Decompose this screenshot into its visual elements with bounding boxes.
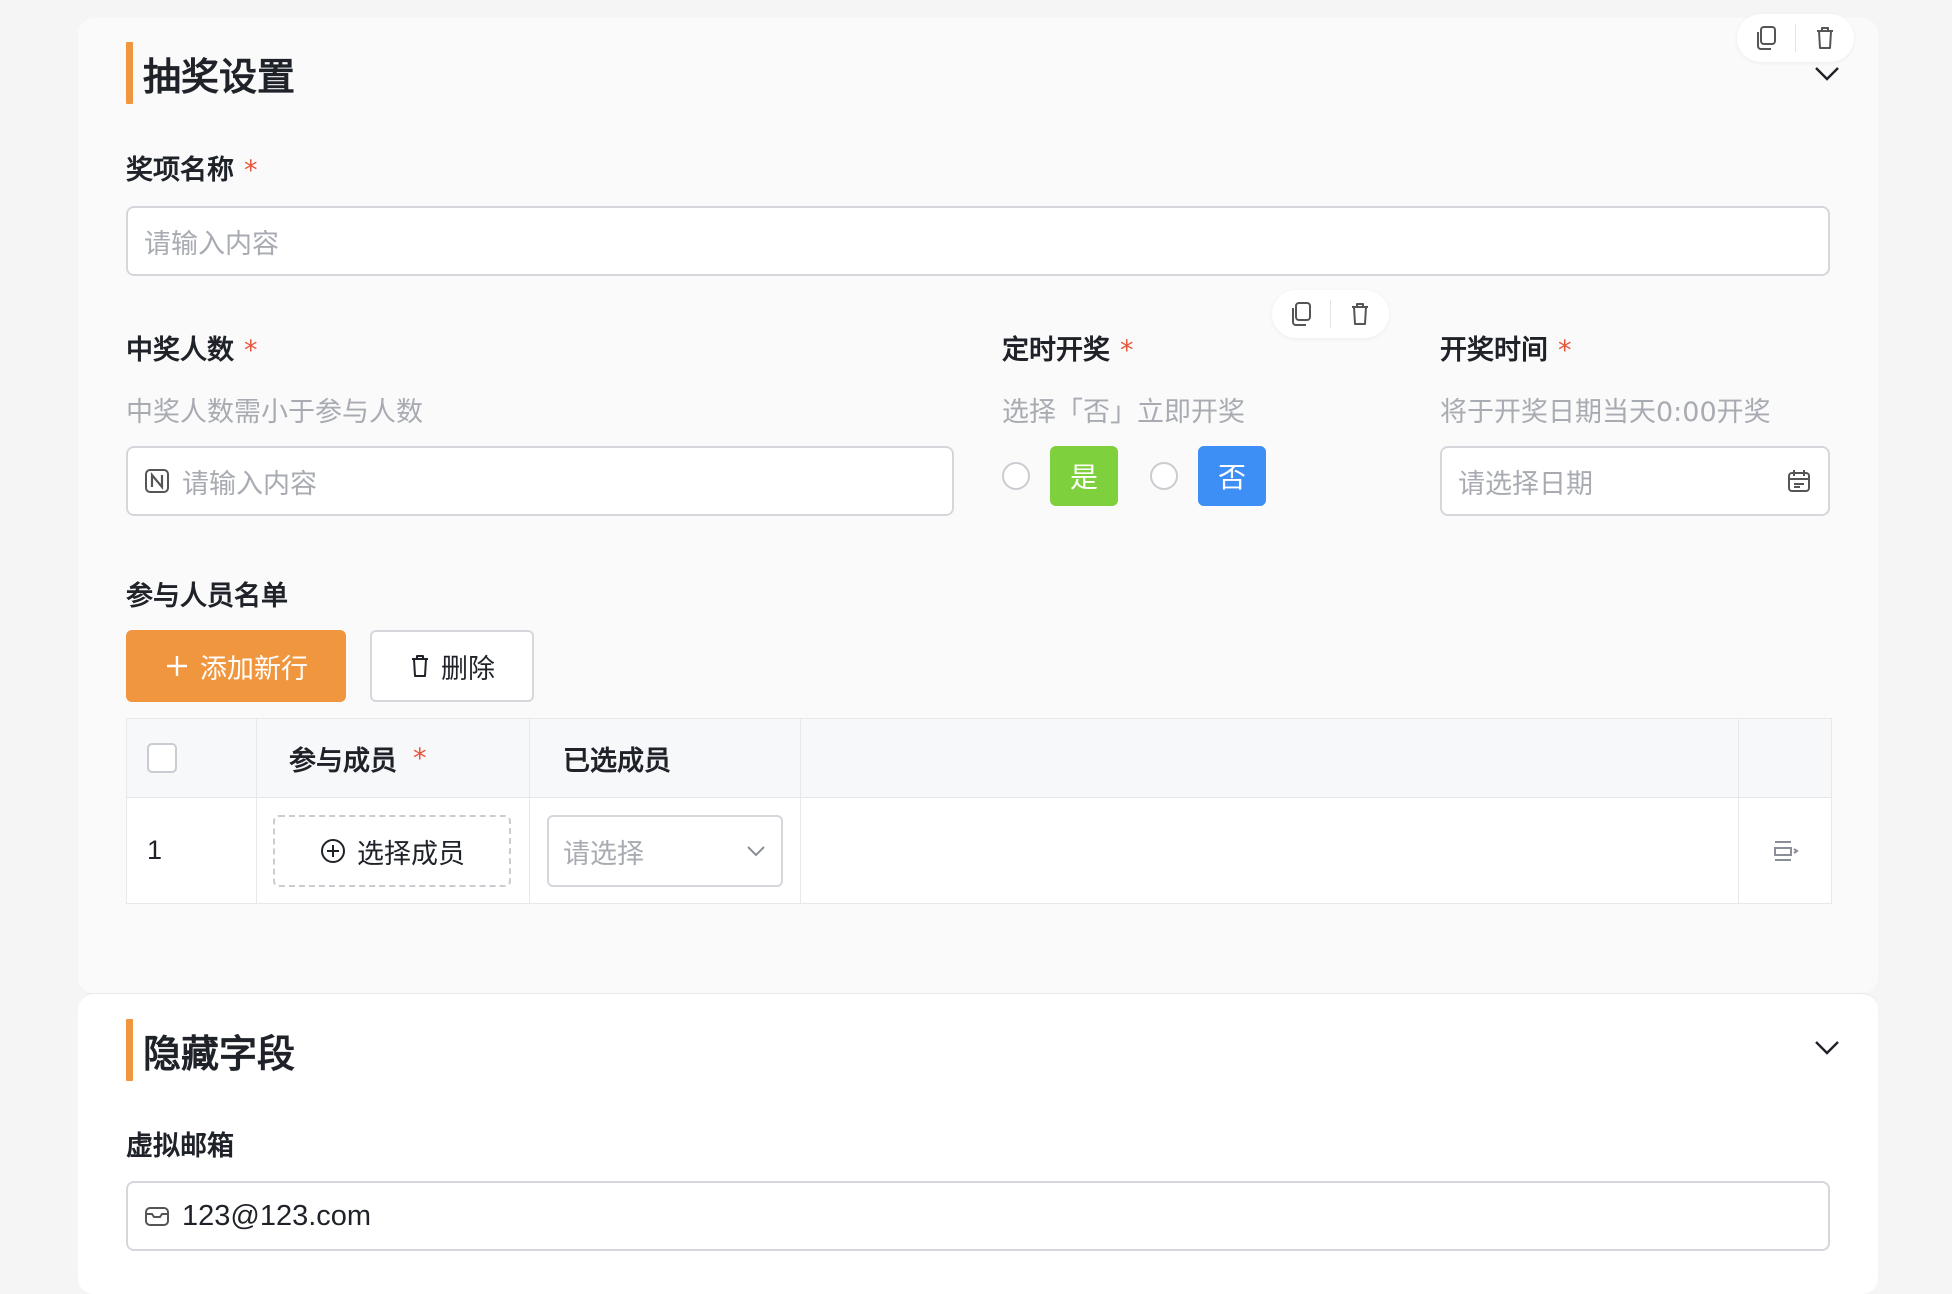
participants-label: 参与人员名单 <box>126 581 288 612</box>
scheduled-label: 定时开奖 * <box>1002 335 1134 366</box>
copy-icon[interactable] <box>1286 299 1316 329</box>
section-title-hidden: 隐藏字段 <box>126 1019 295 1081</box>
prize-name-label: 奖项名称 * <box>126 155 258 186</box>
row-action-icon[interactable] <box>1772 837 1800 865</box>
option-yes-tag[interactable]: 是 <box>1050 446 1118 506</box>
winners-number-input[interactable]: 请输入内容 <box>126 446 954 516</box>
calendar-icon <box>1788 470 1810 492</box>
delete-button[interactable]: 删除 <box>370 630 534 702</box>
trash-icon[interactable] <box>1345 299 1375 329</box>
radio-no[interactable] <box>1150 462 1178 490</box>
column-header-member: 参与成员 * <box>289 742 427 777</box>
hidden-fields-card: 隐藏字段 虚拟邮箱 123@123.com <box>78 993 1878 1294</box>
draw-time-label: 开奖时间 * <box>1440 335 1572 366</box>
email-label: 虚拟邮箱 <box>126 1131 234 1162</box>
trash-icon[interactable] <box>1810 23 1840 53</box>
radio-yes[interactable] <box>1002 462 1030 490</box>
prize-name-input[interactable]: 请输入内容 <box>126 206 1830 276</box>
section-title-lottery: 抽奖设置 <box>126 42 295 104</box>
trash-icon <box>412 655 428 677</box>
add-row-button[interactable]: 添加新行 <box>126 630 346 702</box>
plus-circle-icon <box>321 839 345 863</box>
column-header-selected: 已选成员 <box>563 745 671 777</box>
scheduled-hint: 选择「否」立即开奖 <box>1002 397 1245 428</box>
winners-hint: 中奖人数需小于参与人数 <box>126 397 423 428</box>
chevron-down-icon[interactable] <box>1812 58 1842 88</box>
lottery-settings-card: 抽奖设置 奖项名称 * 请输入内容 中奖人数 * 中奖人数需小于参与人数 请输入内容… <box>78 14 1878 993</box>
selected-member-select[interactable]: 请选择 <box>547 815 783 887</box>
field-toolbar <box>1272 290 1389 338</box>
select-member-button[interactable]: 选择成员 <box>273 815 511 887</box>
select-all-checkbox[interactable] <box>147 743 177 773</box>
chevron-down-icon <box>747 846 765 857</box>
number-icon <box>145 469 169 493</box>
mail-icon <box>145 1207 169 1226</box>
draw-date-picker[interactable]: 请选择日期 <box>1440 446 1830 516</box>
copy-icon[interactable] <box>1751 23 1781 53</box>
card-toolbar <box>1737 14 1854 62</box>
row-index: 1 <box>147 834 163 865</box>
draw-time-hint: 将于开奖日期当天0:00开奖 <box>1440 397 1771 428</box>
option-no-tag[interactable]: 否 <box>1198 446 1266 506</box>
winners-label: 中奖人数 * <box>126 335 258 366</box>
participants-table: 参与成员 * 已选成员 1 选择成员 请选择 <box>126 718 1832 904</box>
email-input[interactable]: 123@123.com <box>126 1181 1830 1251</box>
chevron-down-icon[interactable] <box>1812 1032 1842 1062</box>
plus-icon <box>167 656 187 676</box>
